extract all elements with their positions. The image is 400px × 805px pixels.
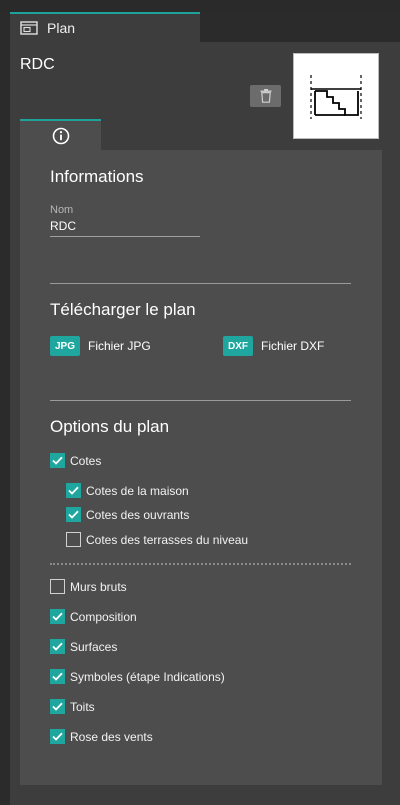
option-label: Cotes des ouvrants <box>86 507 190 522</box>
checkbox[interactable] <box>66 532 81 547</box>
option-cotes[interactable]: Cotes <box>50 453 101 468</box>
checkbox[interactable] <box>66 507 81 522</box>
checkbox[interactable] <box>50 609 65 624</box>
level-name: RDC <box>20 56 55 73</box>
checkbox[interactable] <box>66 483 81 498</box>
divider <box>50 400 351 401</box>
divider <box>50 283 351 284</box>
option-label: Symboles (étape Indications) <box>70 669 225 684</box>
dotted-divider <box>50 563 351 565</box>
tab-informations[interactable] <box>20 119 101 150</box>
option-toits[interactable]: Toits <box>50 699 95 714</box>
plan-tab[interactable]: Plan <box>10 12 200 42</box>
download-title: Télécharger le plan <box>50 300 196 319</box>
level-thumbnail[interactable] <box>291 51 381 141</box>
option-symboles[interactable]: Symboles (étape Indications) <box>50 669 225 684</box>
checkmark-icon <box>52 732 63 741</box>
plan-panel: RDC Informations Nom RDC Télécharger le … <box>10 42 400 805</box>
options-title: Options du plan <box>50 417 170 436</box>
option-label: Murs bruts <box>70 579 127 594</box>
delete-level-button[interactable] <box>250 85 281 107</box>
checkmark-icon <box>52 672 63 681</box>
informations-title: Informations <box>50 167 144 186</box>
download-dxf-button[interactable]: DXF Fichier DXF <box>223 336 324 356</box>
checkmark-icon <box>52 642 63 651</box>
checkbox[interactable] <box>50 639 65 654</box>
option-surfaces[interactable]: Surfaces <box>50 639 117 654</box>
option-label: Composition <box>70 609 137 624</box>
option-rose-des-vents[interactable]: Rose des vents <box>50 729 153 744</box>
dxf-badge: DXF <box>223 336 253 356</box>
jpg-badge: JPG <box>50 336 80 356</box>
checkbox[interactable] <box>50 579 65 594</box>
checkbox[interactable] <box>50 729 65 744</box>
option-murs-bruts[interactable]: Murs bruts <box>50 579 127 594</box>
checkmark-icon <box>68 510 79 519</box>
option-label: Rose des vents <box>70 729 153 744</box>
dxf-label: Fichier DXF <box>261 339 325 353</box>
option-label: Cotes de la maison <box>86 483 189 498</box>
option-cotes-ouvrants[interactable]: Cotes des ouvrants <box>66 507 189 522</box>
checkbox[interactable] <box>50 699 65 714</box>
checkbox[interactable] <box>50 453 65 468</box>
plan-window-icon <box>20 21 38 35</box>
stairs-plan-icon <box>310 75 362 119</box>
checkmark-icon <box>52 456 63 465</box>
option-label: Surfaces <box>70 639 118 654</box>
top-bar <box>0 0 400 12</box>
plan-tab-label: Plan <box>47 20 76 36</box>
checkbox[interactable] <box>50 669 65 684</box>
checkmark-icon <box>68 486 79 495</box>
nom-field[interactable]: RDC <box>50 219 200 237</box>
nom-label: Nom <box>50 204 74 216</box>
info-icon <box>52 127 69 144</box>
option-label: Toits <box>70 699 95 714</box>
option-cotes-terrasses[interactable]: Cotes des terrasses du niveau <box>66 532 248 547</box>
checkmark-icon <box>52 612 63 621</box>
option-cotes-maison[interactable]: Cotes de la maison <box>66 483 189 498</box>
option-label: Cotes des terrasses du niveau <box>86 532 249 547</box>
trash-icon <box>260 89 271 103</box>
option-composition[interactable]: Composition <box>50 609 137 624</box>
download-jpg-button[interactable]: JPG Fichier JPG <box>50 336 151 356</box>
tab-content: Informations Nom RDC Télécharger le plan… <box>20 150 382 785</box>
option-label: Cotes <box>70 453 102 468</box>
jpg-label: Fichier JPG <box>88 339 151 353</box>
checkmark-icon <box>52 702 63 711</box>
